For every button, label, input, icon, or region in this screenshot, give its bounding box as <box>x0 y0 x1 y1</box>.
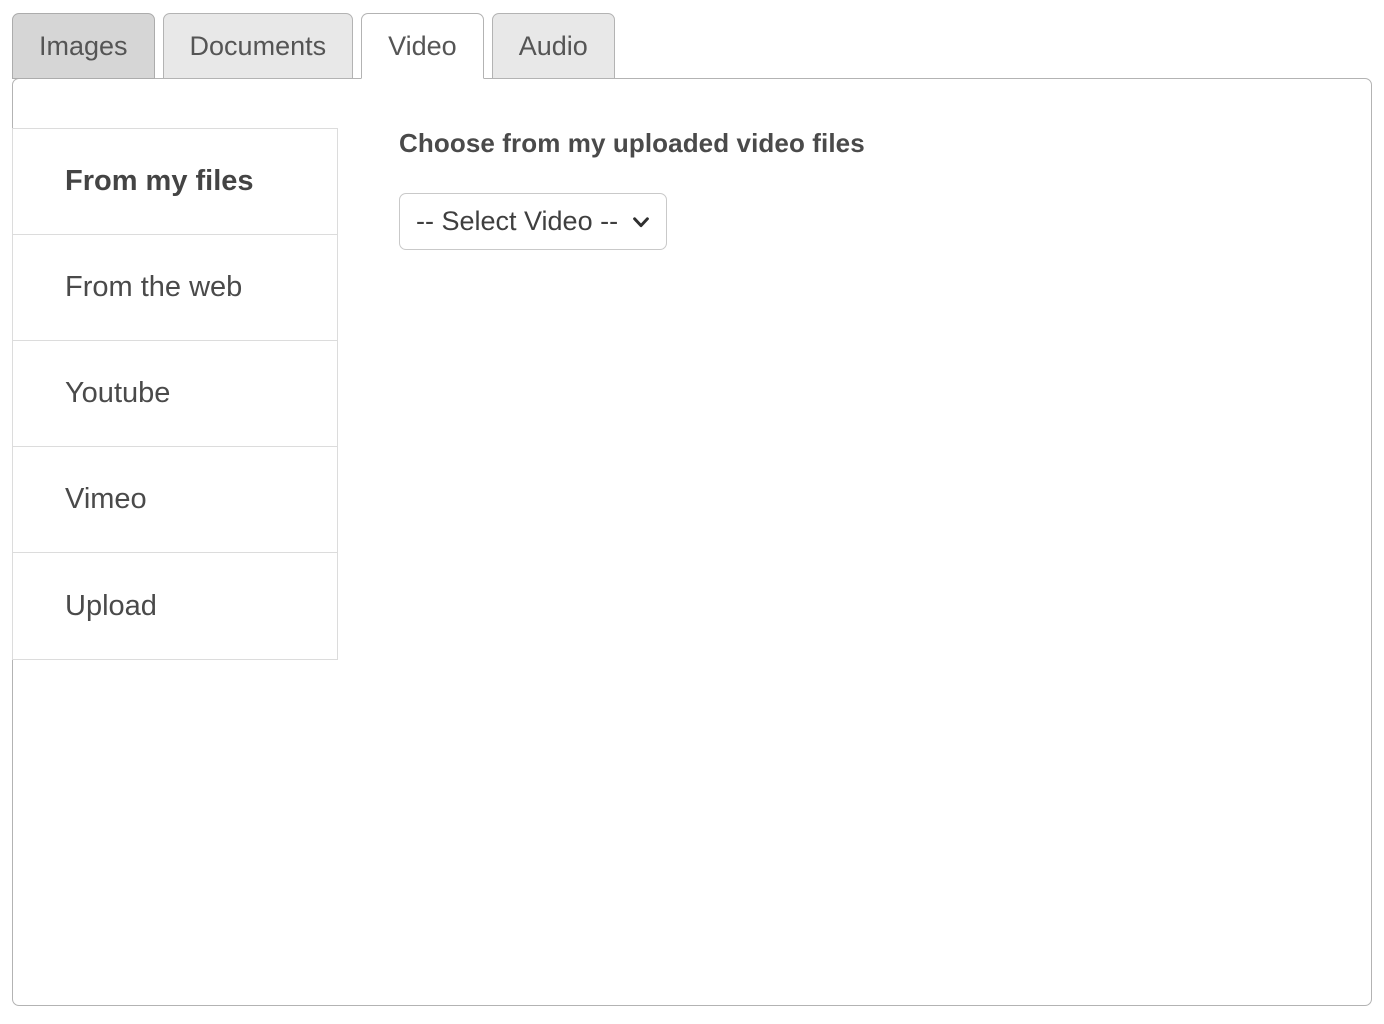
video-select-wrapper: -- Select Video -- <box>399 193 668 251</box>
tab-audio[interactable]: Audio <box>491 13 615 79</box>
tab-documents-label: Documents <box>189 30 327 61</box>
tab-video-label: Video <box>388 30 457 61</box>
video-select[interactable]: -- Select Video -- <box>399 193 668 251</box>
video-select-value: -- Select Video -- <box>416 206 619 237</box>
sidebar-item-vimeo[interactable]: Vimeo <box>13 447 337 553</box>
sidebar-item-from-my-files[interactable]: From my files <box>13 129 337 235</box>
page-title: Choose from my uploaded video files <box>399 128 865 158</box>
tab-content-panel: From my files From the web Youtube Vimeo… <box>12 78 1372 1006</box>
sidebar-item-from-the-web[interactable]: From the web <box>13 235 337 341</box>
media-picker-dialog: Images Documents Video Audio From my fil… <box>0 0 1384 1024</box>
sidebar-item-youtube[interactable]: Youtube <box>13 341 337 447</box>
video-picker-content: Choose from my uploaded video files -- S… <box>399 128 1347 251</box>
tab-audio-label: Audio <box>518 30 588 61</box>
sidebar-item-label: From my files <box>65 165 254 197</box>
sidebar-item-label: From the web <box>65 271 243 303</box>
video-source-list: From my files From the web Youtube Vimeo… <box>12 128 338 660</box>
tab-images-label: Images <box>39 30 128 61</box>
sidebar-item-label: Youtube <box>65 377 171 409</box>
sidebar-item-upload[interactable]: Upload <box>13 553 337 659</box>
sidebar-item-label: Upload <box>65 589 157 622</box>
media-type-tabs: Images Documents Video Audio <box>12 12 623 79</box>
tab-documents[interactable]: Documents <box>162 13 354 79</box>
sidebar-item-label: Vimeo <box>65 483 147 515</box>
tab-video[interactable]: Video <box>361 13 484 79</box>
tab-images[interactable]: Images <box>12 13 155 79</box>
chevron-down-icon <box>630 211 652 233</box>
